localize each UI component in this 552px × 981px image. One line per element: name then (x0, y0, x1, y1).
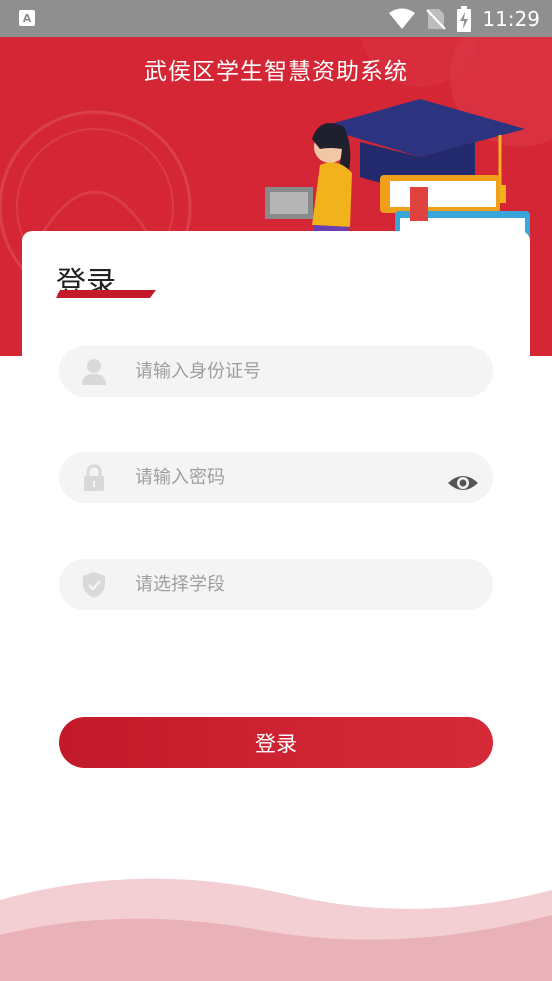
school-stage-field[interactable] (59, 559, 493, 610)
id-number-field[interactable] (59, 346, 493, 397)
password-field[interactable] (59, 452, 493, 503)
heading-underline (56, 290, 156, 298)
app-a-icon: A (19, 10, 35, 26)
school-stage-select[interactable] (135, 559, 435, 610)
status-icons: 11:29 (388, 0, 540, 37)
lock-icon (84, 464, 104, 491)
status-time: 11:29 (482, 6, 540, 31)
shield-check-icon (83, 572, 105, 598)
status-bar: A 11:29 (0, 0, 552, 37)
id-number-input[interactable] (135, 346, 435, 397)
user-icon (82, 359, 106, 385)
login-button[interactable]: 登录 (59, 717, 493, 768)
show-password-eye-icon[interactable] (447, 471, 479, 495)
svg-text:A: A (23, 12, 32, 25)
battery-charging-icon (457, 5, 472, 32)
bottom-wave-decoration (0, 878, 552, 981)
app-title: 武侯区学生智慧资助系统 (144, 59, 408, 85)
no-sim-icon (426, 8, 447, 30)
password-input[interactable] (135, 452, 435, 503)
wifi-icon (389, 8, 416, 29)
